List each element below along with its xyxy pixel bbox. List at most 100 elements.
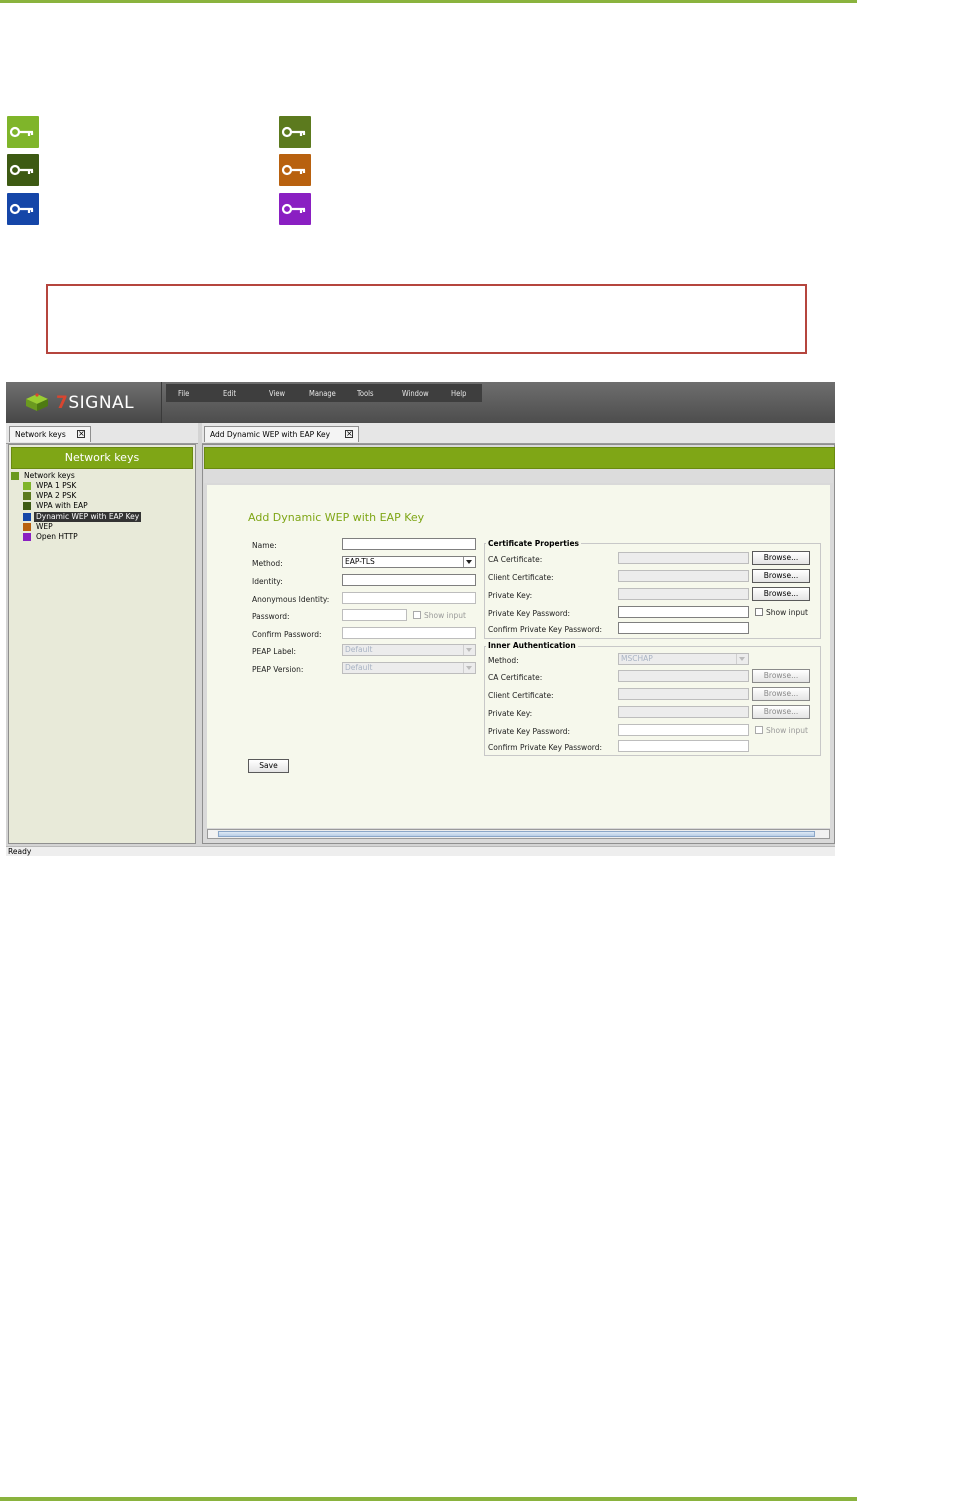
inner-method-select: MSCHAP bbox=[618, 653, 749, 665]
cert-client-label: Client Certificate: bbox=[488, 573, 554, 582]
cert-show-input-label: Show input bbox=[766, 608, 808, 617]
menu-bar: File Edit View Manage Tools Window Help bbox=[166, 384, 482, 402]
inner-client-input bbox=[618, 688, 749, 700]
menu-file[interactable]: File bbox=[178, 389, 189, 398]
cert-show-input-checkbox[interactable] bbox=[755, 608, 763, 616]
inner-show-input-checkbox[interactable] bbox=[755, 726, 763, 734]
tab-label: Network keys bbox=[15, 430, 66, 439]
app-window: 7SIGNAL File Edit View Manage Tools Wind… bbox=[6, 382, 835, 856]
peap-label-select: Default bbox=[342, 644, 476, 656]
close-icon[interactable]: × bbox=[345, 430, 353, 438]
tab-add-dynamic-wep[interactable]: Add Dynamic WEP with EAP Key × bbox=[204, 426, 359, 442]
save-button[interactable]: Save bbox=[248, 759, 289, 773]
folder-icon bbox=[11, 472, 19, 480]
name-input[interactable] bbox=[342, 538, 476, 550]
inner-private-key-browse-button[interactable]: Browse... bbox=[752, 705, 810, 719]
blue-key-icon bbox=[7, 193, 39, 225]
cube-logo-icon bbox=[26, 393, 48, 411]
green-key-icon bbox=[7, 116, 39, 148]
inner-private-key-input bbox=[618, 706, 749, 718]
orange-key-icon bbox=[23, 523, 31, 531]
cert-private-key-label: Private Key: bbox=[488, 591, 533, 600]
chevron-down-icon bbox=[463, 663, 475, 673]
olive-key-icon bbox=[279, 116, 311, 148]
dark-green-key-icon bbox=[7, 154, 39, 186]
cert-confirm-pk-password-input[interactable] bbox=[618, 622, 749, 634]
scroll-right-icon[interactable] bbox=[820, 830, 829, 838]
inner-show-input-label: Show input bbox=[766, 726, 808, 735]
top-divider bbox=[0, 0, 857, 3]
note-box bbox=[46, 284, 807, 354]
peap-label-label: PEAP Label: bbox=[252, 647, 297, 656]
purple-key-icon bbox=[279, 193, 311, 225]
inner-ca-input bbox=[618, 670, 749, 682]
menu-tools[interactable]: Tools bbox=[357, 389, 374, 398]
left-tab-bar: Network keys × bbox=[6, 423, 198, 444]
cert-private-key-input bbox=[618, 588, 749, 600]
peap-version-label: PEAP Version: bbox=[252, 665, 304, 674]
cert-confirm-pk-password-label: Confirm Private Key Password: bbox=[488, 625, 603, 634]
inner-authentication-title: Inner Authentication bbox=[486, 641, 578, 650]
orange-key-icon bbox=[279, 154, 311, 186]
chevron-down-icon bbox=[463, 645, 475, 655]
confirm-password-label: Confirm Password: bbox=[252, 630, 322, 639]
right-panel: Add Dynamic WEP with EAP Key Name: Metho… bbox=[202, 444, 835, 844]
menu-edit[interactable]: Edit bbox=[223, 389, 236, 398]
identity-input[interactable] bbox=[342, 574, 476, 586]
password-input[interactable] bbox=[342, 609, 407, 621]
cert-client-browse-button[interactable]: Browse... bbox=[752, 569, 810, 583]
inner-private-key-label: Private Key: bbox=[488, 709, 533, 718]
cert-ca-browse-button[interactable]: Browse... bbox=[752, 551, 810, 565]
method-select[interactable]: EAP-TLS bbox=[342, 556, 476, 568]
show-input-checkbox[interactable] bbox=[413, 611, 421, 619]
anonymous-identity-input[interactable] bbox=[342, 592, 476, 604]
blue-key-icon bbox=[23, 513, 31, 521]
logo-text: 7SIGNAL bbox=[56, 393, 135, 413]
panel-header: Network keys bbox=[11, 447, 193, 469]
cert-pk-password-input[interactable] bbox=[618, 606, 749, 618]
green-key-icon bbox=[23, 482, 31, 490]
inner-pk-password-label: Private Key Password: bbox=[488, 727, 571, 736]
cert-pk-password-label: Private Key Password: bbox=[488, 609, 571, 618]
inner-confirm-pk-password-label: Confirm Private Key Password: bbox=[488, 743, 603, 752]
anonymous-identity-label: Anonymous Identity: bbox=[252, 595, 330, 604]
show-input-label: Show input bbox=[424, 611, 466, 620]
cert-private-key-browse-button[interactable]: Browse... bbox=[752, 587, 810, 601]
bottom-divider bbox=[0, 1497, 857, 1501]
form-area: Add Dynamic WEP with EAP Key Name: Metho… bbox=[207, 485, 830, 828]
menu-help[interactable]: Help bbox=[451, 389, 466, 398]
inner-client-browse-button[interactable]: Browse... bbox=[752, 687, 810, 701]
inner-client-label: Client Certificate: bbox=[488, 691, 554, 700]
certificate-properties-title: Certificate Properties bbox=[486, 539, 582, 548]
cert-ca-input bbox=[618, 552, 749, 564]
inner-pk-password-input[interactable] bbox=[618, 724, 749, 736]
right-tab-bar: Add Dynamic WEP with EAP Key × bbox=[202, 423, 835, 444]
tab-label: Add Dynamic WEP with EAP Key bbox=[210, 430, 331, 439]
confirm-password-input[interactable] bbox=[342, 627, 476, 639]
inner-confirm-pk-password-input[interactable] bbox=[618, 740, 749, 752]
scrollbar-thumb[interactable] bbox=[218, 831, 815, 837]
name-label: Name: bbox=[252, 541, 277, 550]
menu-window[interactable]: Window bbox=[402, 389, 429, 398]
app-titlebar: 7SIGNAL File Edit View Manage Tools Wind… bbox=[6, 382, 835, 423]
chevron-down-icon bbox=[736, 654, 748, 664]
cert-client-input bbox=[618, 570, 749, 582]
close-icon[interactable]: × bbox=[77, 430, 85, 438]
identity-label: Identity: bbox=[252, 577, 283, 586]
chevron-down-icon bbox=[463, 557, 475, 567]
dark-green-key-icon bbox=[23, 502, 31, 510]
inner-ca-browse-button[interactable]: Browse... bbox=[752, 669, 810, 683]
peap-version-select: Default bbox=[342, 662, 476, 674]
panel-toolbar-strip bbox=[204, 469, 833, 483]
horizontal-scrollbar[interactable] bbox=[207, 829, 830, 839]
tab-network-keys[interactable]: Network keys × bbox=[9, 426, 91, 442]
password-label: Password: bbox=[252, 612, 290, 621]
form-title: Add Dynamic WEP with EAP Key bbox=[248, 511, 425, 524]
menu-view[interactable]: View bbox=[269, 389, 285, 398]
menu-manage[interactable]: Manage bbox=[309, 389, 336, 398]
inner-method-label: Method: bbox=[488, 656, 519, 665]
method-label: Method: bbox=[252, 559, 283, 568]
scroll-left-icon[interactable] bbox=[208, 830, 217, 838]
cert-ca-label: CA Certificate: bbox=[488, 555, 543, 564]
olive-key-icon bbox=[23, 492, 31, 500]
